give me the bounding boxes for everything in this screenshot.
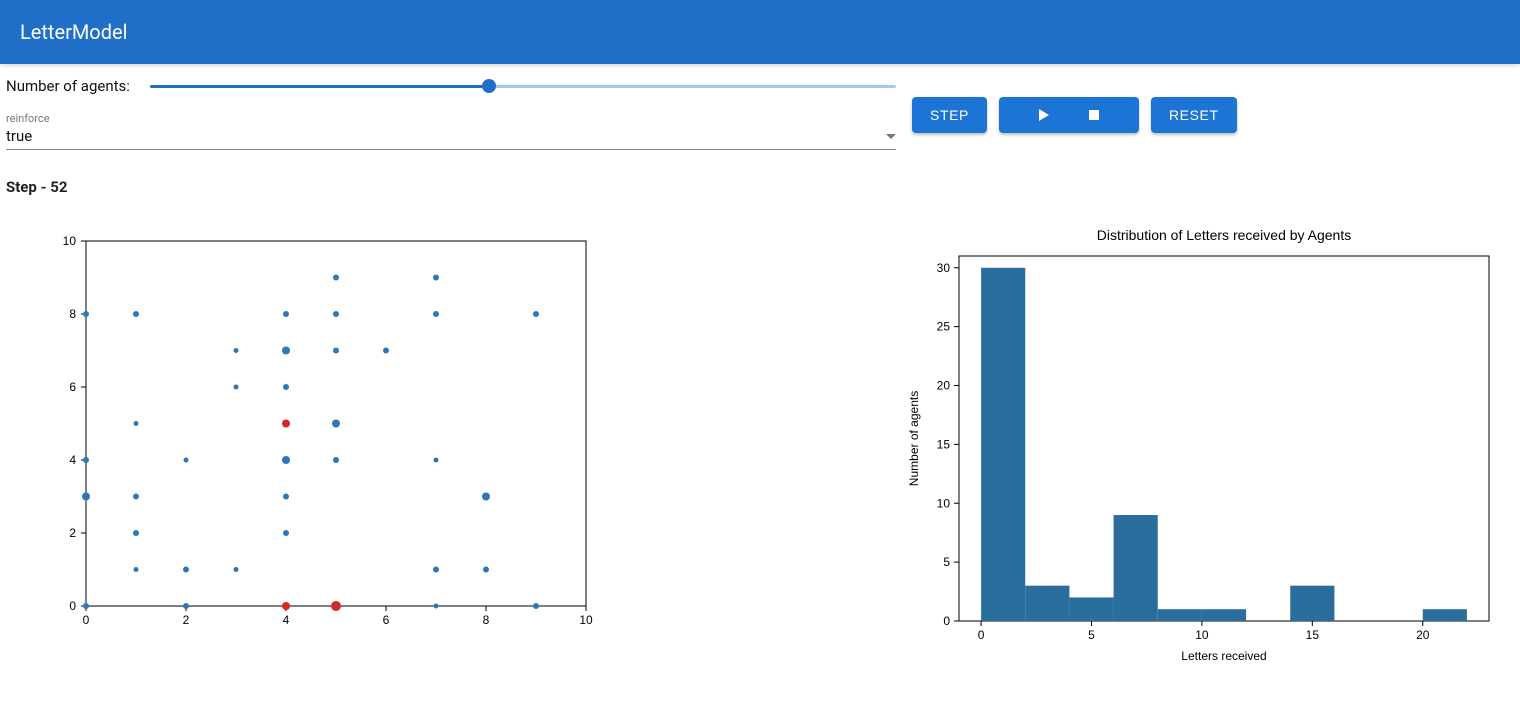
reinforce-select[interactable]: reinforce true (6, 112, 896, 150)
svg-text:5: 5 (943, 555, 950, 569)
svg-text:15: 15 (937, 437, 951, 451)
svg-text:15: 15 (1306, 628, 1320, 642)
step-button[interactable]: STEP (912, 97, 987, 133)
svg-text:2: 2 (69, 526, 76, 540)
svg-text:4: 4 (69, 453, 76, 467)
svg-text:6: 6 (383, 613, 390, 627)
chevron-down-icon (886, 134, 896, 139)
svg-text:20: 20 (1416, 628, 1430, 642)
svg-text:0: 0 (69, 599, 76, 613)
svg-text:5: 5 (1088, 628, 1095, 642)
svg-text:8: 8 (69, 307, 76, 321)
svg-text:Number of agents: Number of agents (907, 391, 921, 486)
reset-button[interactable]: RESET (1151, 97, 1237, 133)
svg-text:Distribution of Letters receiv: Distribution of Letters received by Agen… (1097, 227, 1351, 243)
controls-row: Number of agents: reinforce true STEP (0, 64, 1520, 150)
agents-slider[interactable] (150, 76, 896, 96)
app-bar: LetterModel (0, 0, 1520, 64)
svg-text:25: 25 (937, 320, 951, 334)
svg-text:10: 10 (63, 234, 77, 248)
histogram-chart: Distribution of Letters received by Agen… (904, 226, 1504, 670)
svg-text:6: 6 (69, 380, 76, 394)
play-icon (1039, 109, 1049, 121)
svg-text:0: 0 (978, 628, 985, 642)
svg-text:20: 20 (937, 379, 951, 393)
select-value: true (6, 127, 32, 145)
svg-text:30: 30 (937, 261, 951, 275)
svg-text:2: 2 (183, 613, 190, 627)
svg-text:0: 0 (943, 614, 950, 628)
svg-text:4: 4 (283, 613, 290, 627)
svg-text:0: 0 (83, 613, 90, 627)
step-heading: Step - 52 (0, 150, 1520, 196)
select-label: reinforce (6, 112, 896, 125)
svg-text:8: 8 (483, 613, 490, 627)
play-stop-button[interactable] (999, 97, 1139, 133)
svg-text:10: 10 (937, 496, 951, 510)
slider-label: Number of agents: (6, 77, 130, 95)
svg-text:10: 10 (1195, 628, 1209, 642)
scatter-chart: 0 2 4 6 8 10 0 2 4 6 8 10 (6, 226, 606, 650)
svg-text:10: 10 (579, 613, 593, 627)
app-title: LetterModel (20, 20, 127, 44)
svg-text:Letters received: Letters received (1181, 649, 1266, 663)
stop-icon (1089, 110, 1099, 120)
